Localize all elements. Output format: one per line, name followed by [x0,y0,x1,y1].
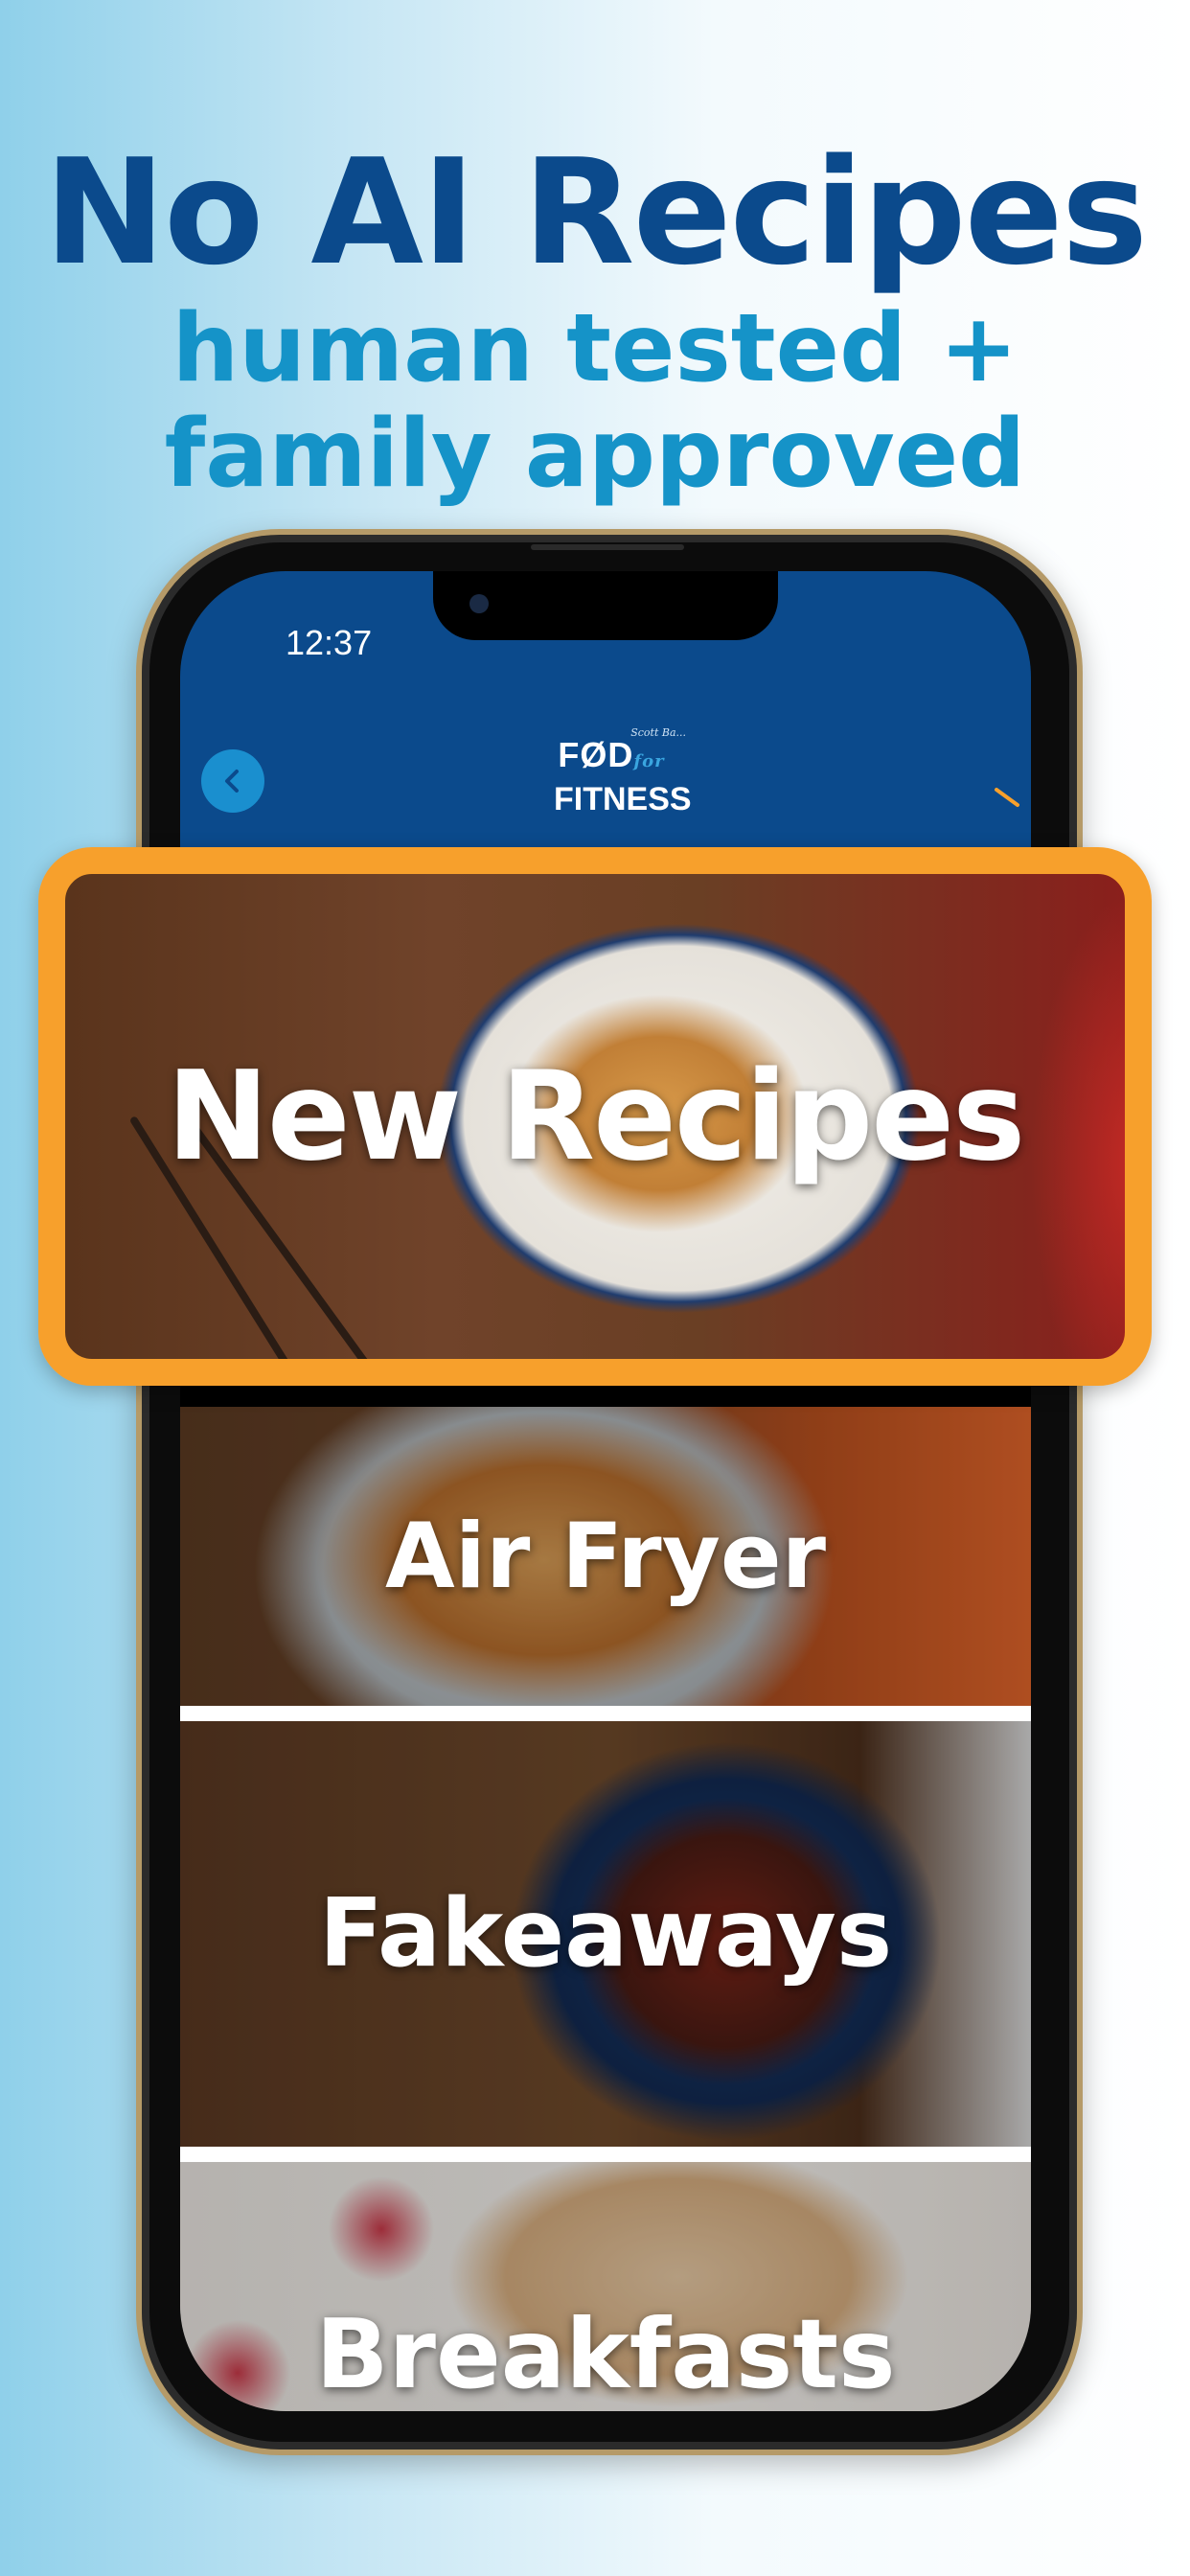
divider [180,2147,1031,2162]
category-label-air-fryer: Air Fryer [385,1504,826,1609]
category-tile-air-fryer[interactable]: Air Fryer [180,1407,1031,1706]
chevron-left-icon [225,770,239,793]
category-label-breakfasts: Breakfasts [315,2297,896,2410]
menu-icon[interactable] [993,784,1021,809]
divider [180,1706,1031,1721]
category-label-fakeaways: Fakeaways [318,1879,893,1989]
category-tile-fakeaways[interactable]: Fakeaways [180,1721,1031,2147]
category-label-new-recipes: New Recipes [166,1045,1025,1188]
front-camera [469,594,489,613]
status-time: 12:37 [286,623,373,662]
food-for-fitness-logo: Scott Ba... FØDfor FITNESS [554,726,692,822]
promo-headline: No AI Recipes [43,127,1148,297]
logo-line-2: FITNESS [554,781,692,817]
back-button[interactable] [201,749,264,813]
logo-line-1: FØD [558,735,634,774]
category-tile-new-recipes[interactable]: New Recipes [38,847,1152,1386]
category-tile-breakfasts[interactable]: Breakfasts [180,2162,1031,2411]
logo-for: for [633,751,665,771]
promo-subline-1: human tested + [172,294,1018,403]
promo-subline-2: family approved [164,400,1026,509]
phone-speaker [531,544,684,550]
logo-script: Scott Ba... [630,726,686,739]
